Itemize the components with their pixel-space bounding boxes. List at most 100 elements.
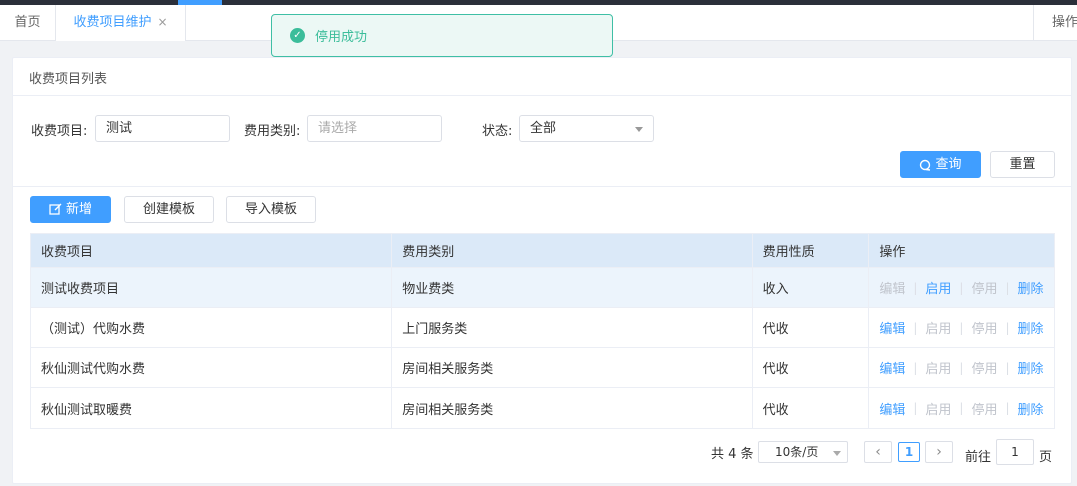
- cell-ops: 编辑 | 启用 | 停用 | 删除: [869, 308, 1054, 347]
- item-input[interactable]: 测试: [95, 115, 230, 142]
- chevron-down-icon: [833, 451, 841, 456]
- page-suffix: 页: [1039, 450, 1053, 465]
- panel-title: 收费项目列表: [29, 72, 108, 87]
- delete-link[interactable]: 删除: [1018, 278, 1044, 297]
- check-circle-icon: ✓: [290, 28, 305, 43]
- cell-item: 秋仙测试取暖费: [31, 388, 393, 428]
- disable-link: 停用: [971, 322, 998, 337]
- disable-link: 停用: [971, 402, 998, 418]
- prev-page-button[interactable]: ‹: [864, 441, 892, 463]
- tab-active-label: 收费项目维护: [73, 15, 152, 30]
- create-template-button[interactable]: 创建模板: [124, 196, 214, 223]
- enable-link[interactable]: 启用: [925, 278, 951, 297]
- edit-icon: [49, 203, 62, 215]
- cell-nature: 代收: [753, 348, 870, 387]
- search-icon: [920, 159, 931, 171]
- op-separator: |: [959, 280, 964, 295]
- op-separator: |: [913, 320, 918, 335]
- cell-ops: 编辑 | 启用 | 停用 | 删除: [869, 388, 1054, 428]
- disable-link: 停用: [971, 282, 998, 297]
- page-number-current[interactable]: 1: [898, 442, 920, 462]
- cell-category: 上门服务类: [392, 308, 753, 347]
- edit-link[interactable]: 编辑: [879, 358, 905, 377]
- toast-message: 停用成功: [315, 30, 368, 45]
- reset-button[interactable]: 重置: [990, 151, 1055, 178]
- tab-home[interactable]: 首页: [0, 5, 56, 41]
- cell-item: 测试收费项目: [31, 268, 393, 307]
- title-divider: [13, 95, 1071, 96]
- cell-category: 物业费类: [392, 268, 753, 307]
- delete-link[interactable]: 删除: [1018, 399, 1044, 418]
- edit-link: 编辑: [879, 282, 906, 297]
- cell-nature: 收入: [753, 268, 870, 307]
- tab-home-label: 首页: [14, 15, 41, 30]
- op-separator: |: [959, 360, 964, 375]
- disable-link: 停用: [971, 362, 998, 377]
- tab-operations-label: 操作: [1052, 15, 1077, 30]
- status-label: 状态:: [482, 124, 513, 139]
- table-header-row: 收费项目 费用类别 费用性质 操作: [31, 234, 1054, 268]
- import-template-button[interactable]: 导入模板: [226, 196, 316, 223]
- chevron-right-icon: ›: [936, 444, 942, 460]
- page-size-select[interactable]: 10条/页: [758, 441, 848, 463]
- cell-nature: 代收: [753, 308, 870, 347]
- status-select[interactable]: 全部: [519, 115, 654, 142]
- op-separator: |: [959, 401, 964, 415]
- delete-link[interactable]: 删除: [1018, 318, 1044, 337]
- op-separator: |: [1005, 360, 1010, 375]
- next-page-button[interactable]: ›: [925, 441, 953, 463]
- table-row: 测试收费项目 物业费类 收入 编辑 | 启用 | 停用 | 删除: [31, 268, 1054, 308]
- cell-item: 秋仙测试代购水费: [31, 348, 393, 387]
- op-separator: |: [959, 320, 964, 335]
- table-row: 秋仙测试取暖费 房间相关服务类 代收 编辑 | 启用 | 停用 | 删除: [31, 388, 1054, 428]
- tab-operations[interactable]: 操作: [1033, 5, 1077, 41]
- category-select[interactable]: 请选择: [307, 115, 442, 142]
- goto-page-input[interactable]: 1: [996, 439, 1034, 465]
- table-row: 秋仙测试代购水费 房间相关服务类 代收 编辑 | 启用 | 停用 | 删除: [31, 348, 1054, 388]
- cell-category: 房间相关服务类: [392, 348, 753, 387]
- cell-nature: 代收: [753, 388, 870, 428]
- fee-item-table: 收费项目 费用类别 费用性质 操作 测试收费项目 物业费类 收入 编辑 | 启用 | 停用 | 删…: [30, 233, 1055, 429]
- cell-item: （测试）代购水费: [31, 308, 393, 347]
- delete-link[interactable]: 删除: [1018, 358, 1044, 377]
- header-ops: 操作: [879, 245, 906, 260]
- enable-link: 启用: [925, 322, 952, 337]
- filter-divider: [13, 186, 1071, 187]
- op-separator: |: [913, 401, 918, 415]
- query-button[interactable]: 查询: [900, 151, 981, 178]
- op-separator: |: [1005, 401, 1010, 415]
- enable-link: 启用: [925, 402, 952, 418]
- success-toast: ✓ 停用成功: [271, 14, 613, 57]
- item-label: 收费项目:: [31, 124, 88, 139]
- op-separator: |: [1005, 320, 1010, 335]
- cell-ops: 编辑 | 启用 | 停用 | 删除: [869, 268, 1054, 307]
- goto-label: 前往: [965, 450, 992, 465]
- cell-category: 房间相关服务类: [392, 388, 753, 428]
- chevron-down-icon: [635, 127, 643, 132]
- op-separator: |: [913, 280, 918, 295]
- edit-link[interactable]: 编辑: [879, 399, 905, 418]
- page-size-value: 10条/页: [775, 445, 819, 459]
- tab-fee-item-maintenance[interactable]: 收费项目维护 ×: [56, 5, 186, 41]
- op-separator: |: [913, 360, 918, 375]
- cell-ops: 编辑 | 启用 | 停用 | 删除: [869, 348, 1054, 387]
- status-value: 全部: [530, 121, 557, 136]
- header-item: 收费项目: [31, 234, 393, 267]
- header-nature: 费用性质: [753, 234, 870, 267]
- add-label: 新增: [65, 202, 92, 217]
- reset-label: 重置: [1009, 157, 1036, 172]
- edit-link[interactable]: 编辑: [879, 318, 905, 337]
- enable-link: 启用: [925, 362, 952, 377]
- op-separator: |: [1005, 280, 1010, 295]
- header-category: 费用类别: [392, 234, 753, 267]
- close-icon[interactable]: ×: [157, 15, 167, 29]
- add-button[interactable]: 新增: [30, 196, 111, 223]
- create-template-label: 创建模板: [142, 202, 195, 217]
- category-label: 费用类别:: [244, 124, 301, 139]
- table-row: （测试）代购水费 上门服务类 代收 编辑 | 启用 | 停用 | 删除: [31, 308, 1054, 348]
- pager-total: 共 4 条: [711, 447, 754, 462]
- import-template-label: 导入模板: [244, 202, 297, 217]
- chevron-left-icon: ‹: [875, 444, 881, 460]
- query-label: 查询: [935, 157, 962, 172]
- fee-item-panel: 收费项目列表 收费项目: 测试 费用类别: 请选择 状态: 全部 查询 重置 新…: [12, 57, 1072, 484]
